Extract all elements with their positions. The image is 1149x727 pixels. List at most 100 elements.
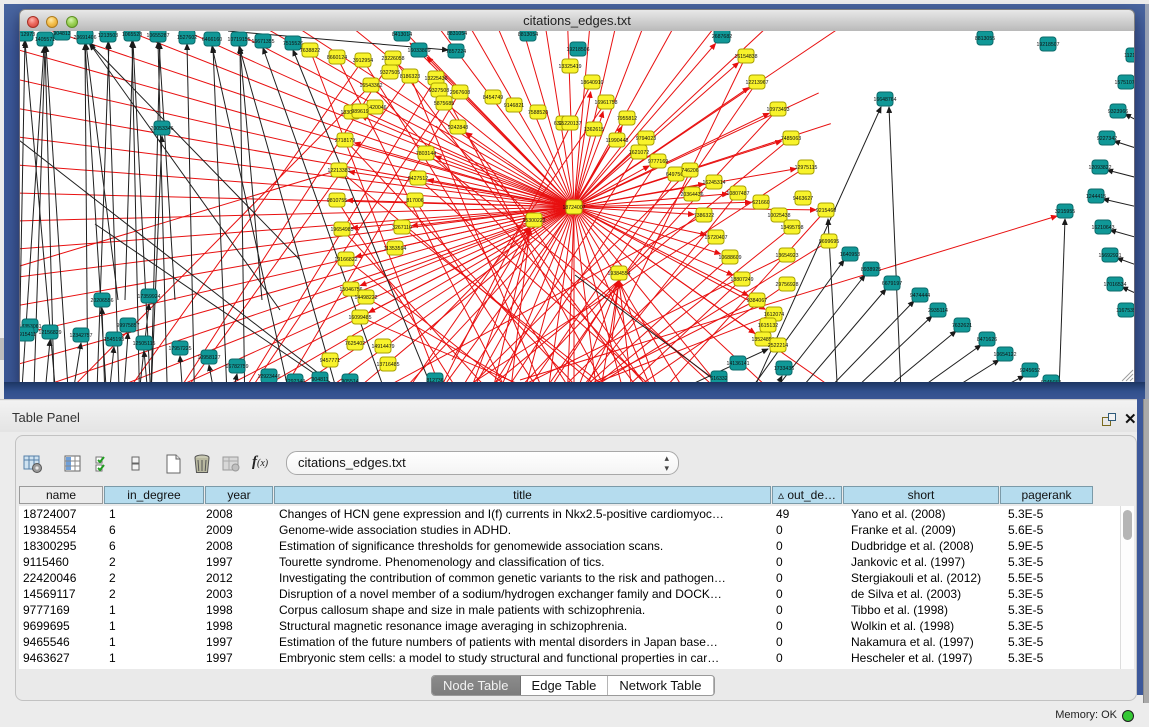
svg-text:621660: 621660: [752, 200, 769, 206]
svg-text:1621072: 1621072: [629, 150, 649, 156]
svg-text:12923446: 12923446: [257, 374, 280, 380]
svg-text:904813: 904813: [53, 31, 70, 37]
svg-text:1167535: 1167535: [1116, 308, 1134, 314]
svg-text:18807249: 18807249: [730, 277, 753, 283]
svg-text:1640953: 1640953: [840, 252, 860, 258]
svg-text:15692921: 15692921: [1098, 253, 1121, 259]
svg-text:8454749: 8454749: [483, 95, 503, 101]
svg-text:14136141: 14136141: [726, 361, 749, 367]
svg-text:9457771: 9457771: [320, 358, 340, 364]
svg-text:9245652: 9245652: [1020, 368, 1040, 374]
svg-text:10688609: 10688609: [718, 255, 741, 261]
svg-text:1712973: 1712973: [20, 32, 35, 38]
svg-text:99975857: 99975857: [116, 323, 139, 329]
svg-text:9323966: 9323966: [1108, 109, 1128, 115]
svg-text:1527602: 1527602: [177, 35, 197, 41]
svg-text:7515526: 7515526: [283, 41, 303, 47]
svg-text:18724007: 18724007: [562, 205, 585, 211]
svg-text:12975115: 12975115: [795, 165, 818, 171]
svg-text:2522214: 2522214: [768, 343, 788, 349]
svg-text:10719155: 10719155: [227, 37, 250, 43]
svg-text:20206556: 20206556: [90, 298, 113, 304]
svg-text:9227342: 9227342: [1097, 136, 1117, 142]
svg-text:9427512: 9427512: [408, 176, 428, 182]
svg-text:16543362: 16543362: [359, 83, 382, 89]
svg-text:1733436: 1733436: [774, 366, 794, 372]
svg-text:12213383: 12213383: [327, 168, 350, 174]
svg-text:7625402: 7625402: [345, 341, 365, 347]
svg-text:817006: 817006: [406, 198, 423, 204]
svg-text:7638822: 7638822: [300, 48, 320, 54]
svg-text:10958127: 10958127: [197, 355, 220, 361]
svg-text:1213503: 1213503: [98, 33, 118, 39]
svg-text:9327508: 9327508: [429, 88, 449, 94]
svg-text:2967608: 2967608: [450, 90, 470, 96]
svg-text:8813055: 8813055: [975, 36, 995, 42]
svg-text:12213967: 12213967: [745, 80, 768, 86]
svg-text:16154838: 16154838: [734, 54, 757, 60]
svg-text:10654122: 10654122: [993, 352, 1016, 358]
svg-text:19654985: 19654985: [330, 227, 353, 233]
svg-text:11990443: 11990443: [606, 138, 629, 144]
svg-text:6466160: 6466160: [202, 37, 222, 43]
svg-text:2687682: 2687682: [712, 34, 732, 40]
svg-text:8938925: 8938925: [861, 267, 881, 273]
svg-text:16099485: 16099485: [348, 315, 371, 321]
svg-text:1065528: 1065528: [122, 32, 142, 38]
svg-text:1615132: 1615132: [758, 323, 778, 329]
svg-text:7955812: 7955812: [617, 116, 637, 122]
svg-text:2935114: 2935114: [928, 308, 948, 314]
svg-text:7588520: 7588520: [528, 110, 548, 116]
svg-text:17957225: 17957225: [168, 346, 191, 352]
svg-text:20053346: 20053346: [150, 126, 173, 132]
svg-text:13495798: 13495798: [780, 225, 803, 231]
svg-text:17359924: 17359924: [137, 294, 160, 300]
svg-text:12505115: 12505115: [133, 341, 156, 347]
svg-text:746206: 746206: [681, 168, 698, 174]
svg-text:8660124: 8660124: [327, 55, 347, 61]
svg-text:1121814: 1121814: [1124, 53, 1134, 59]
svg-text:16245314: 16245314: [702, 180, 725, 186]
svg-text:9474444: 9474444: [910, 293, 930, 299]
svg-text:16033809: 16033809: [407, 48, 430, 54]
svg-text:29756928: 29756928: [775, 282, 798, 288]
svg-text:23226058: 23226058: [381, 56, 404, 62]
svg-text:16210643: 16210643: [1091, 225, 1114, 231]
svg-text:3267110: 3267110: [392, 225, 412, 231]
svg-text:6679197: 6679197: [882, 281, 902, 287]
svg-text:10973493: 10973493: [766, 107, 789, 113]
svg-text:3912954: 3912954: [353, 58, 373, 64]
svg-text:8831054: 8831054: [447, 31, 467, 37]
svg-text:18640910: 18640910: [580, 80, 603, 86]
svg-text:8186323: 8186323: [400, 74, 420, 80]
svg-text:12093822: 12093822: [1088, 165, 1111, 171]
svg-text:1405571: 1405571: [35, 37, 55, 43]
svg-text:20364436: 20364436: [680, 192, 703, 198]
svg-text:11353594: 11353594: [384, 246, 407, 252]
svg-text:9463627: 9463627: [793, 196, 813, 202]
svg-text:16961758: 16961758: [594, 100, 617, 106]
svg-text:616332: 616332: [710, 376, 727, 382]
svg-text:9777169: 9777169: [648, 159, 668, 165]
svg-text:3915411: 3915411: [20, 332, 36, 338]
svg-text:13716485: 13716485: [376, 362, 399, 368]
svg-text:7386322: 7386322: [694, 213, 714, 219]
svg-text:15220137: 15220137: [558, 121, 581, 127]
svg-text:16671355: 16671355: [251, 39, 274, 45]
svg-text:8813054: 8813054: [518, 32, 538, 38]
svg-text:13325419: 13325419: [558, 64, 581, 70]
svg-text:9810755: 9810755: [327, 198, 347, 204]
svg-text:7803144: 7803144: [416, 151, 436, 157]
svg-text:10025438: 10025438: [767, 213, 790, 219]
svg-text:9384067: 9384067: [747, 298, 767, 304]
svg-text:9215460: 9215460: [816, 208, 836, 214]
svg-text:16782759: 16782759: [225, 364, 248, 370]
svg-text:9242848: 9242848: [448, 125, 468, 131]
svg-text:19166822: 19166822: [334, 257, 357, 263]
svg-text:989619: 989619: [351, 109, 368, 115]
svg-text:10807487: 10807487: [726, 191, 749, 197]
svg-text:16648764: 16648764: [873, 97, 896, 103]
svg-text:15751074: 15751074: [1114, 80, 1134, 86]
svg-text:13654923: 13654923: [775, 253, 798, 259]
svg-text:12156829: 12156829: [38, 330, 61, 336]
